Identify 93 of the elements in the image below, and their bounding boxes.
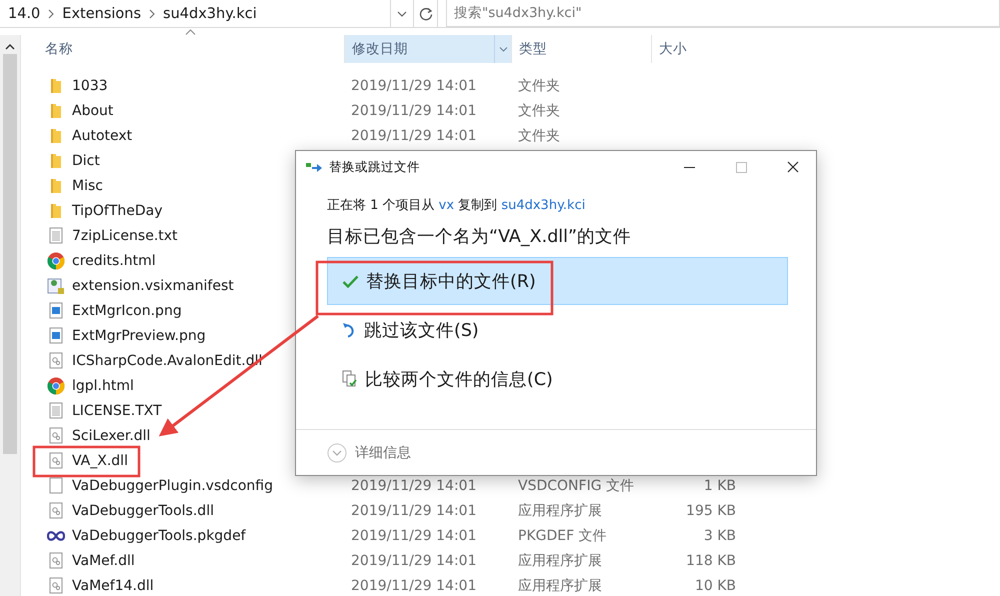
- breadcrumb-item[interactable]: su4dx3hy.kci: [163, 6, 257, 22]
- file-name[interactable]: VaMef14.dll: [72, 578, 154, 594]
- modified-date: 2019/11/29 14:01: [350, 128, 478, 144]
- manifest-file-icon: [47, 276, 65, 294]
- file-name[interactable]: Misc: [72, 178, 103, 194]
- file-size: 118 KB: [686, 552, 737, 568]
- file-name[interactable]: Dict: [72, 152, 100, 168]
- file-size: 195 KB: [686, 502, 737, 518]
- breadcrumb-item[interactable]: 14.0: [8, 6, 40, 22]
- file-name[interactable]: VaMef.dll: [72, 552, 135, 568]
- dialog-option[interactable]: 比较两个文件的信息(C): [327, 355, 788, 403]
- file-type: 应用程序扩展: [517, 576, 603, 594]
- file-name[interactable]: VaDebuggerTools.pkgdef: [72, 528, 246, 544]
- gear-file-icon: [49, 502, 63, 519]
- file-type: PKGDEF 文件: [517, 526, 608, 544]
- modified-date: 2019/11/29 14:01: [350, 102, 478, 118]
- file-name[interactable]: Autotext: [72, 128, 132, 144]
- modified-date: 2019/11/29 14:01: [350, 478, 478, 494]
- chevron-right-icon: [48, 8, 54, 18]
- text-file-icon: [49, 402, 63, 419]
- browser-icon: [47, 252, 65, 270]
- folder-link[interactable]: vx: [438, 198, 454, 213]
- minimize-icon: [684, 166, 694, 168]
- file-name[interactable]: VaDebuggerPlugin.vsdconfig: [72, 478, 273, 494]
- dialog-title: 替换或跳过文件: [329, 158, 421, 176]
- gear-file-icon: [49, 352, 63, 369]
- chevron-down-icon[interactable]: [397, 10, 407, 16]
- modified-date: 2019/11/29 14:01: [350, 552, 478, 568]
- modified-date: 2019/11/29 14:01: [350, 78, 478, 94]
- file-name[interactable]: LICENSE.TXT: [72, 402, 162, 418]
- modified-date: 2019/11/29 14:01: [350, 502, 478, 518]
- file-type: 应用程序扩展: [517, 552, 603, 570]
- scroll-up-icon[interactable]: [5, 43, 15, 50]
- folder-icon: [49, 202, 63, 218]
- file-name[interactable]: ExtMgrPreview.png: [72, 328, 206, 344]
- file-name[interactable]: 1033: [72, 78, 108, 94]
- folder-icon: [49, 128, 63, 144]
- file-type: 文件夹: [517, 76, 561, 94]
- infinity-icon: [47, 530, 65, 540]
- breadcrumb-item[interactable]: Extensions: [62, 6, 142, 22]
- copy-status-text: 正在将 1 个项目从 vx 复制到 su4dx3hy.kci: [327, 197, 586, 214]
- conflict-message: 目标已包含一个名为“VA_X.dll”的文件: [327, 226, 632, 248]
- compare-files-icon: [342, 370, 358, 388]
- file-size: 3 KB: [704, 528, 737, 544]
- image-file-icon: [49, 327, 63, 344]
- blank-file-icon: [49, 477, 63, 494]
- file-name[interactable]: SciLexer.dll: [72, 428, 150, 444]
- modified-date: 2019/11/29 14:01: [350, 528, 478, 544]
- file-type: 文件夹: [517, 102, 561, 120]
- file-size: 10 KB: [694, 578, 737, 594]
- column-header[interactable]: 修改日期: [344, 35, 511, 63]
- file-name[interactable]: ExtMgrIcon.png: [72, 302, 182, 318]
- check-icon: [342, 274, 359, 288]
- folder-link[interactable]: su4dx3hy.kci: [501, 198, 586, 213]
- file-name[interactable]: lgpl.html: [72, 378, 134, 394]
- file-name[interactable]: extension.vsixmanifest: [72, 278, 234, 294]
- gear-file-icon: [49, 577, 63, 594]
- refresh-icon[interactable]: [418, 6, 432, 20]
- column-header[interactable]: 大小: [651, 35, 746, 63]
- details-link[interactable]: 详细信息: [355, 444, 411, 462]
- text-file-icon: [49, 227, 63, 244]
- file-name[interactable]: About: [72, 102, 114, 118]
- folder-icon: [49, 102, 63, 118]
- file-name[interactable]: credits.html: [72, 252, 156, 268]
- file-name[interactable]: VaDebuggerTools.dll: [72, 502, 214, 518]
- file-name[interactable]: VA_X.dll: [72, 452, 128, 468]
- file-size: 1 KB: [704, 478, 737, 494]
- chevron-right-icon: [149, 8, 156, 18]
- file-type: VSDCONFIG 文件: [517, 476, 635, 494]
- image-file-icon: [49, 302, 63, 319]
- file-name[interactable]: TipOfTheDay: [72, 202, 163, 218]
- column-header[interactable]: 名称: [21, 35, 344, 63]
- file-type: 应用程序扩展: [517, 502, 603, 520]
- folder-icon: [49, 152, 63, 168]
- scrollbar-thumb[interactable]: [3, 54, 17, 454]
- copy-arrow-icon: [306, 161, 323, 173]
- dialog-option[interactable]: 跳过该文件(S): [327, 306, 788, 354]
- folder-icon: [49, 178, 63, 194]
- close-icon: [787, 161, 799, 173]
- maximize-icon: [736, 162, 746, 172]
- browser-icon: [47, 376, 65, 394]
- file-type: 文件夹: [517, 126, 561, 144]
- dialog-option[interactable]: 替换目标中的文件(R): [327, 257, 788, 305]
- gear-file-icon: [49, 552, 63, 569]
- column-header[interactable]: 类型: [511, 35, 651, 63]
- gear-file-icon: [49, 452, 63, 469]
- expand-chevron-icon[interactable]: [327, 442, 347, 462]
- sort-caret-icon: [185, 29, 196, 35]
- chevron-down-icon[interactable]: [498, 46, 508, 52]
- folder-icon: [49, 78, 63, 94]
- gear-file-icon: [49, 427, 63, 444]
- modified-date: 2019/11/29 14:01: [350, 578, 478, 594]
- file-name[interactable]: 7zipLicense.txt: [72, 228, 178, 244]
